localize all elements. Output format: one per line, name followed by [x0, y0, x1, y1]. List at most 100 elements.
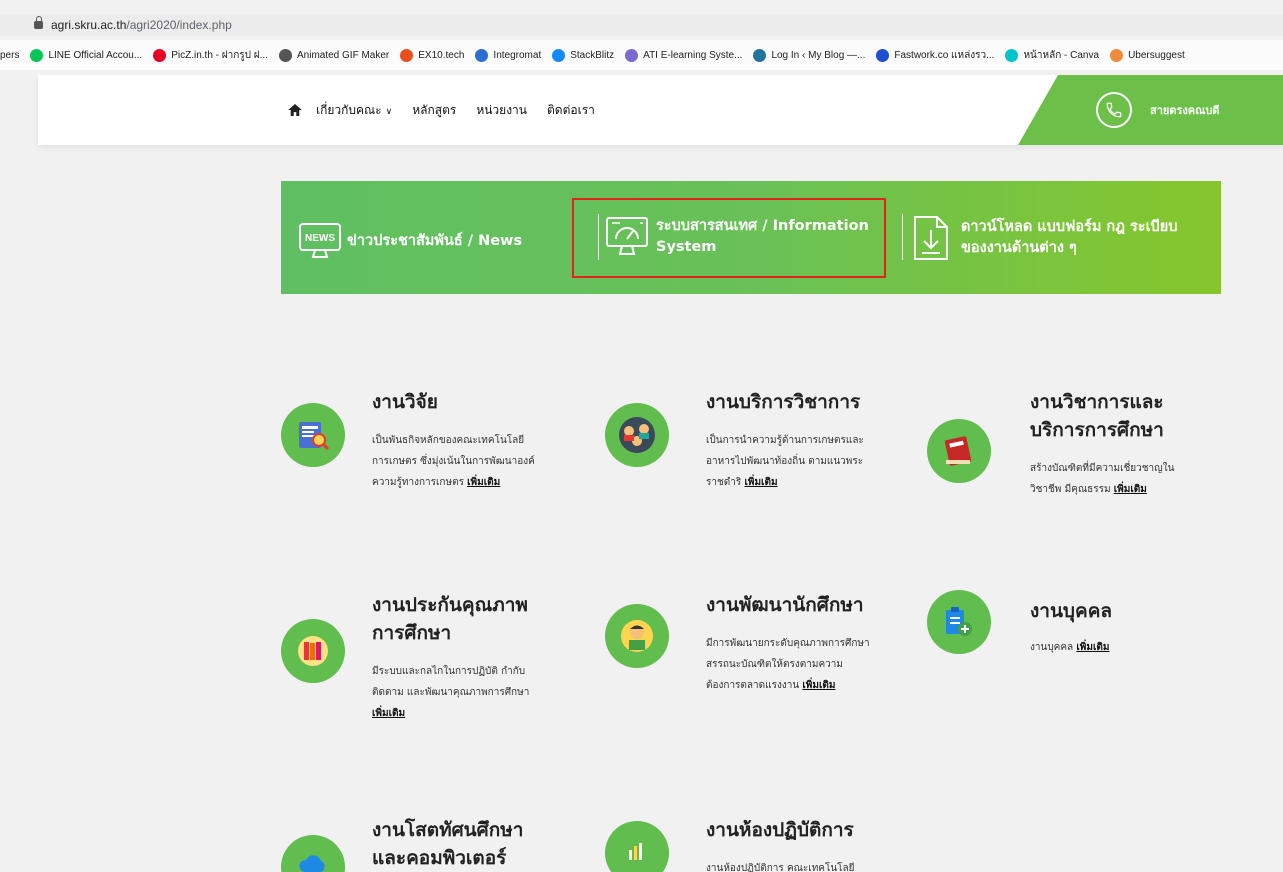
bookmark-wordpress[interactable]: Log In ‹ My Blog —... [753, 48, 866, 62]
phone-icon [1096, 92, 1132, 128]
card-description-line: ราชดำริ [706, 477, 742, 488]
bookmark-item[interactable]: pers [0, 50, 19, 61]
bookmarks-bar: pers LINE Official Accou... PicZ.in.th - ฝ… [0, 40, 1283, 70]
bookmark-label: LINE Official Accou... [48, 49, 143, 61]
bookmark-label: ATI E-learning Syste... [643, 49, 743, 61]
card-icon-badge [281, 619, 345, 683]
browser-window: agri.skru.ac.th/agri2020/index.php pers L… [0, 0, 1283, 872]
card-icon-badge [927, 590, 991, 654]
card-title: งานวิจัย [372, 388, 438, 416]
card-description: เป็นพันธกิจหลักของคณะเทคโนโลยี การเกษตร ซ… [372, 430, 535, 493]
card-description-line: ความรู้ทางการเกษตร [372, 477, 464, 488]
news-label: ข่าวประชาสัมพันธ์ / News [347, 232, 523, 249]
card-title-line: งานวิชาการและ [1030, 391, 1164, 413]
card-title-line: งานโสตทัศนศึกษา [372, 819, 524, 841]
read-more-link[interactable]: เพิ่มเติม [744, 477, 777, 488]
research-icon [296, 418, 330, 452]
bookmark-ubersuggest[interactable]: Ubersuggest [1110, 48, 1185, 62]
bookmark-label: EX10.tech [418, 49, 465, 61]
card-description: มีระบบและกลไกในการปฏิบัติ กำกับ ติดตาม แล… [372, 661, 529, 724]
bookmark-canva[interactable]: หน้าหลัก - Canva [1005, 48, 1099, 63]
site-header: เกี่ยวกับคณะ ∨ หลักสูตร หน่วยงาน ติดต่อเร… [38, 75, 1283, 145]
card-description: สร้างบัณฑิตที่มีความเชี่ยวชาญในวิชาชีพ ม… [1030, 458, 1174, 500]
card-title: งานประกันคุณภาพการศึกษา [372, 591, 528, 647]
bookmark-integromat[interactable]: Integromat [475, 48, 542, 62]
read-more-link[interactable]: เพิ่มเติม [372, 708, 405, 719]
card-description-line: วิชาชีพ มีคุณธรรม [1030, 484, 1111, 495]
card-title-line: งานห้องปฏิบัติการ [706, 819, 854, 841]
url-text[interactable]: agri.skru.ac.th/agri2020/index.php [51, 18, 232, 32]
card-title-line: การศึกษา [372, 622, 452, 644]
bookmark-label: Log In ‹ My Blog —... [771, 49, 866, 61]
bookmark-pinterest[interactable]: PicZ.in.th - ฝากรูป ฝ... [153, 48, 268, 63]
read-more-link[interactable]: เพิ่มเติม [802, 680, 835, 691]
clipboard-add-icon [941, 604, 977, 640]
stackblitz-icon [552, 48, 566, 62]
student-icon [619, 618, 655, 654]
card-title-line: งานพัฒนานักศึกษา [706, 594, 864, 616]
bookmark-ati[interactable]: ATI E-learning Syste... [625, 48, 743, 62]
bookmark-label: PicZ.in.th - ฝากรูป ฝ... [171, 49, 268, 61]
news-monitor-icon: NEWS [299, 223, 341, 258]
card-title-line: งานประกันคุณภาพ [372, 594, 528, 616]
card-icon-badge [605, 604, 669, 668]
card-description-line: มีการพัฒนายกระดับคุณภาพการศึกษา [706, 638, 870, 649]
svg-text:NEWS: NEWS [305, 233, 335, 244]
nav-item-about[interactable]: เกี่ยวกับคณะ ∨ [316, 101, 392, 120]
card-icon-badge [281, 835, 345, 872]
card-title-line: งานวิจัย [372, 391, 438, 413]
card-description-line: สร้างบัณฑิตที่มีความเชี่ยวชาญใน [1030, 463, 1175, 474]
pinterest-icon [153, 48, 167, 62]
bookmark-gif-maker[interactable]: Animated GIF Maker [279, 48, 390, 62]
ati-icon [625, 48, 639, 62]
nav-item-units[interactable]: หน่วยงาน [476, 101, 527, 120]
news-link[interactable]: NEWS ข่าวประชาสัมพันธ์ / News [298, 222, 522, 260]
bookmark-ex10[interactable]: EX10.tech [400, 48, 465, 62]
lab-chart-icon [622, 838, 652, 868]
dean-hotline-button[interactable]: สายตรงคณบดี [1018, 75, 1283, 145]
card-description-line: เป็นพันธกิจหลักของคณะเทคโนโลยี [372, 435, 525, 446]
nav-item-contact[interactable]: ติดต่อเรา [547, 101, 595, 120]
lock-icon [34, 16, 43, 29]
bookmark-label: pers [0, 49, 20, 61]
bookmark-label: Integromat [493, 49, 542, 61]
fastwork-icon [876, 48, 890, 62]
integromat-icon [475, 48, 489, 62]
cloud-icon [296, 850, 330, 872]
line-icon [30, 48, 44, 62]
nav-item-curriculum[interactable]: หลักสูตร [412, 101, 456, 120]
bookmark-label: หน้าหลัก - Canva [1023, 49, 1100, 61]
bookmark-stackblitz[interactable]: StackBlitz [552, 48, 615, 62]
card-title: งานห้องปฏิบัติการ [706, 816, 854, 844]
address-bar[interactable]: agri.skru.ac.th/agri2020/index.php [0, 14, 1283, 36]
hotline-label: สายตรงคณบดี [1150, 104, 1220, 117]
bookmark-line[interactable]: LINE Official Accou... [30, 48, 143, 62]
bookmark-label: Fastwork.co แหล่งรว... [894, 49, 995, 61]
card-title: งานวิชาการและบริการการศึกษา [1030, 388, 1164, 444]
gif-maker-icon [279, 48, 292, 62]
read-more-link[interactable]: เพิ่มเติม [1114, 484, 1147, 495]
home-icon[interactable] [288, 104, 302, 116]
books-icon [296, 634, 330, 668]
card-description: งานห้องปฏิบัติการ คณะเทคโนโลยี [706, 858, 855, 872]
card-title-line: งานบริการวิชาการ [706, 391, 861, 413]
card-title: งานบริการวิชาการ [706, 388, 860, 416]
read-more-link[interactable]: เพิ่มเติม [467, 477, 500, 488]
card-description-line: ติดตาม และพัฒนาคุณภาพการศึกษา [372, 687, 530, 698]
download-forms-link[interactable]: ดาวน์โหลด แบบฟอร์ม กฎ ระเบียบ ของงานด้านต… [911, 214, 1177, 262]
ubersuggest-icon [1110, 48, 1124, 62]
people-icon [617, 415, 657, 455]
card-description: งานบุคคล เพิ่มเติม [1030, 637, 1110, 658]
canva-icon [1005, 48, 1019, 62]
card-icon-badge [927, 419, 991, 483]
banner-divider [902, 214, 903, 260]
bookmark-fastwork[interactable]: Fastwork.co แหล่งรว... [876, 48, 994, 63]
card-title: งานโสตทัศนศึกษา และคอมพิวเตอร์ [372, 816, 523, 872]
card-title-line: บริการการศึกษา [1030, 419, 1164, 441]
card-description-line: งานห้องปฏิบัติการ คณะเทคโนโลยี [706, 863, 855, 872]
read-more-link[interactable]: เพิ่มเติม [1076, 642, 1109, 653]
bookmark-label: Animated GIF Maker [297, 49, 390, 61]
card-title-line: งานบุคคล [1030, 600, 1113, 622]
bookmark-label: StackBlitz [570, 49, 615, 61]
wordpress-icon [753, 48, 767, 62]
